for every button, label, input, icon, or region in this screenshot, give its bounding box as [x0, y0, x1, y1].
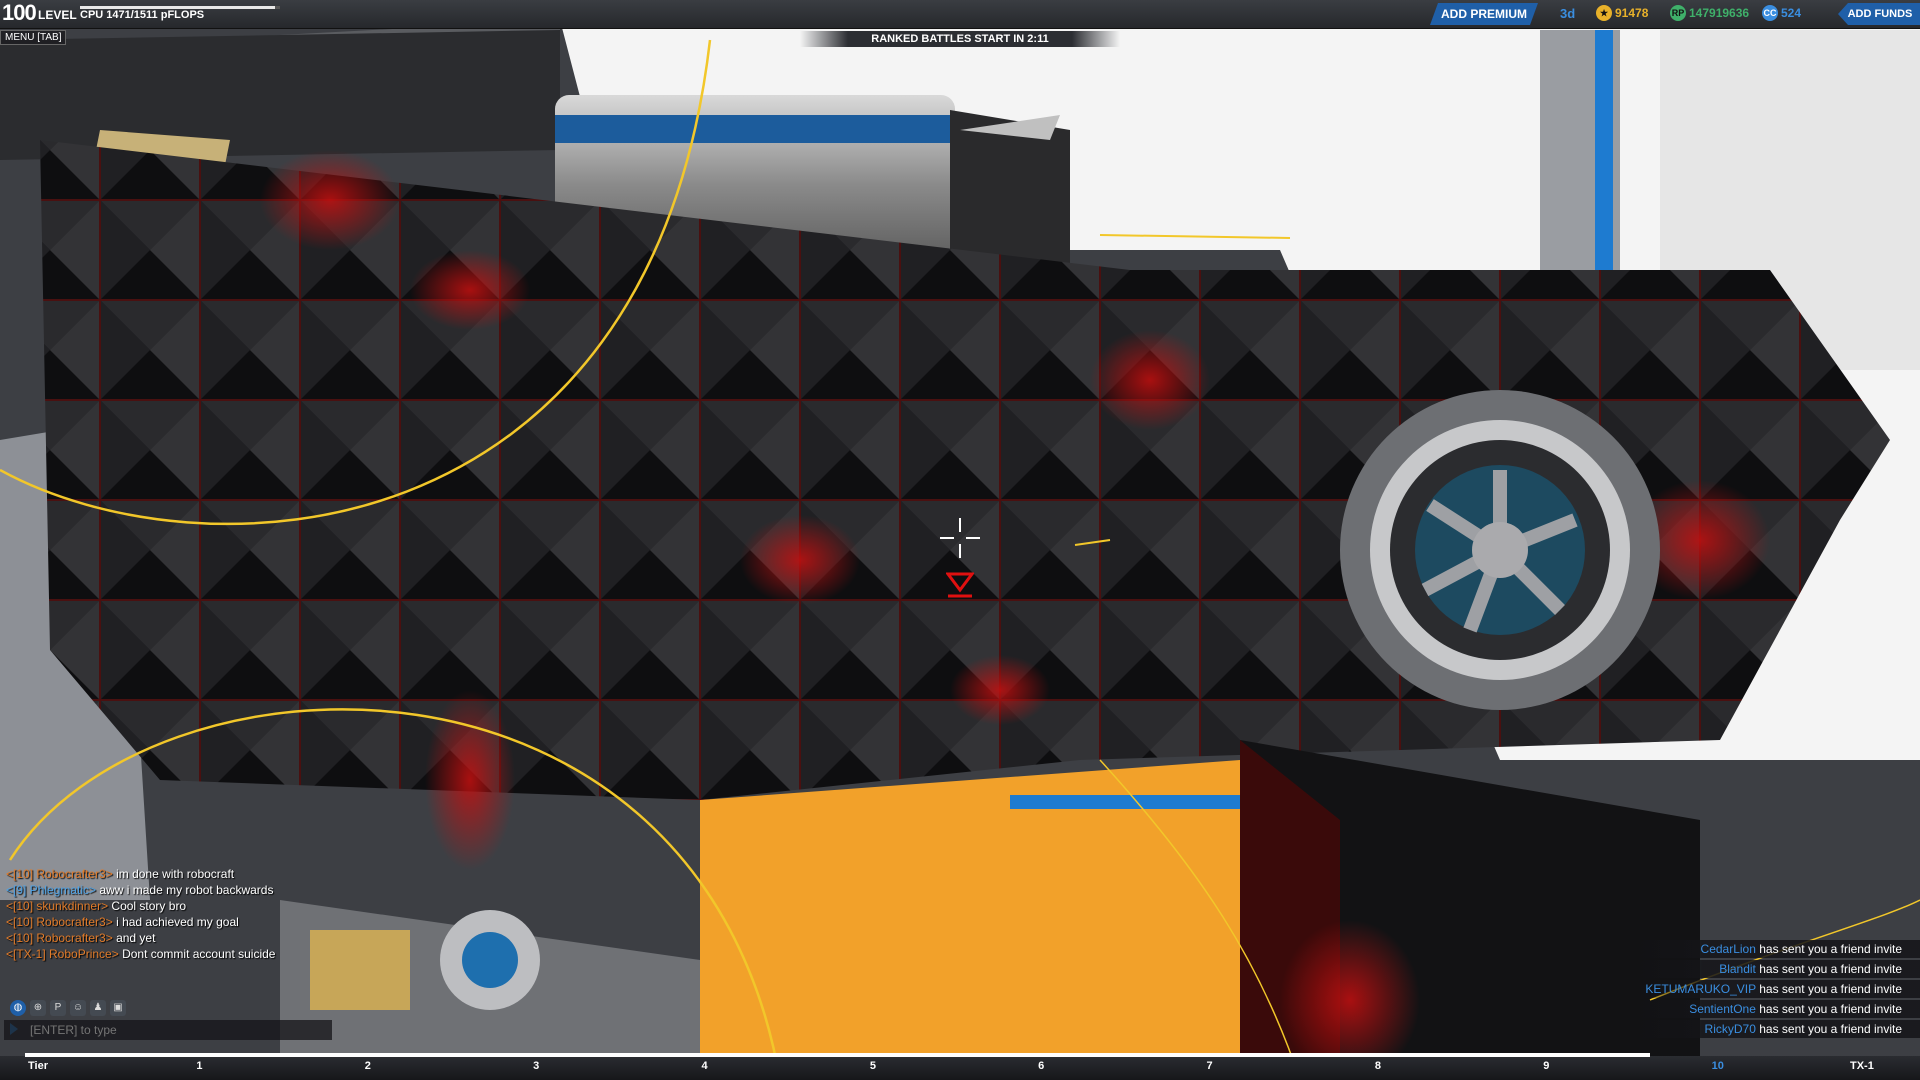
chat-message: <[10] Robocrafter3> and yet [6, 930, 296, 946]
chat-message: <[10] Robocrafter3> i had achieved my go… [6, 914, 296, 930]
tier-mark: Tier [28, 1060, 48, 1072]
premium-days: 3d [1560, 6, 1576, 21]
robits-value: 91478 [1615, 6, 1649, 20]
tier-mark: 5 [869, 1060, 876, 1072]
tier-mark: 4 [701, 1060, 708, 1072]
menu-button[interactable]: MENU [TAB] [0, 30, 67, 45]
add-premium-button[interactable]: ADD PREMIUM [1430, 3, 1538, 25]
chat-message: <[10] skunkdinner> Cool story bro [6, 898, 296, 914]
top-bar: 100 LEVEL CPU 1471/1511 pFLOPS ADD PREMI… [0, 0, 1920, 29]
chat-text: Cool story bro [108, 899, 187, 913]
friend-invite-notifications: CedarLion has sent you a friend invite Bl… [1630, 940, 1920, 1040]
friend-invite[interactable]: SentientOne has sent you a friend invite [1630, 1000, 1920, 1018]
chat-text: im done with robocraft [112, 867, 235, 881]
invite-sender: CedarLion [1700, 942, 1756, 956]
tier-progress-bar [25, 1053, 1651, 1057]
clan-icon[interactable]: ♟ [90, 1000, 106, 1016]
invite-text: has sent you a friend invite [1755, 1022, 1902, 1036]
rp-value: 147919636 [1689, 6, 1750, 20]
player-level: 100 [2, 0, 37, 25]
chat-log: <[10] Robocrafter3> im done with robocra… [6, 866, 296, 962]
invite-sender: RickyD70 [1704, 1022, 1756, 1036]
cosmetic-credits-value: 524 [1781, 6, 1802, 20]
chat-message: <[9] Phlegmatic> aww i made my robot bac… [6, 882, 296, 898]
robits-balance: ★ 91478 [1596, 5, 1648, 21]
tier-mark: 9 [1543, 1060, 1550, 1072]
chat-text: aww i made my robot backwards [96, 883, 274, 897]
chat-sender[interactable]: <[9] Phlegmatic> [6, 883, 96, 897]
friend-invite[interactable]: RickyD70 has sent you a friend invite [1630, 1020, 1920, 1038]
custom-icon[interactable]: ▣ [110, 1000, 126, 1016]
tier-mark: 7 [1206, 1060, 1213, 1072]
cpu-readout: CPU 1471/1511 pFLOPS [80, 9, 205, 21]
friend-invite[interactable]: Blandit has sent you a friend invite [1630, 960, 1920, 978]
globe-icon[interactable]: ◍ [10, 1000, 26, 1016]
target-marker-icon [946, 572, 974, 598]
invite-text: has sent you a friend invite [1755, 962, 1902, 976]
chat-sender[interactable]: <[10] Robocrafter3> [6, 931, 113, 945]
tier-mark: 8 [1374, 1060, 1382, 1072]
rp-balance: RP 147919636 [1670, 5, 1749, 21]
tier-mark: 10 [1711, 1060, 1724, 1072]
tier-mark: TX-1 [1850, 1060, 1874, 1072]
add-funds-button[interactable]: ADD FUNDS [1838, 3, 1920, 25]
chat-text: and yet [112, 931, 156, 945]
invite-text: has sent you a friend invite [1755, 942, 1902, 956]
robits-icon: ★ [1596, 5, 1612, 21]
tier-mark: 3 [533, 1060, 540, 1072]
level-label: LEVEL [38, 8, 77, 22]
party-icon[interactable]: ⊕ [30, 1000, 46, 1016]
ranked-battles-banner: RANKED BATTLES START IN 2:11 [800, 31, 1120, 47]
tier-bar [0, 1056, 1920, 1080]
chat-sender[interactable]: <[10] Robocrafter3> [6, 867, 113, 881]
tier-mark: 1 [196, 1060, 203, 1072]
crosshair-icon [940, 518, 980, 558]
chat-channel-icons: ◍ ⊕ P ☺ ♟ ▣ [10, 1000, 126, 1016]
invite-text: has sent you a friend invite [1755, 982, 1902, 996]
chat-message: <[TX-1] RoboPrince> Dont commit account … [6, 946, 296, 962]
friend-invite[interactable]: KETUMARUKO_VIP has sent you a friend inv… [1630, 980, 1920, 998]
chat-sender[interactable]: <[10] Robocrafter3> [6, 915, 113, 929]
chat-text: i had achieved my goal [112, 915, 239, 929]
tier-mark: 6 [1038, 1060, 1045, 1072]
invite-sender: Blandit [1719, 962, 1756, 976]
friends-icon[interactable]: ☺ [70, 1000, 86, 1016]
rp-icon: RP [1670, 5, 1686, 21]
tier-mark: 2 [364, 1060, 371, 1072]
invite-sender: KETUMARUKO_VIP [1645, 982, 1756, 996]
chat-sender[interactable]: <[TX-1] RoboPrince> [6, 947, 119, 961]
chat-input[interactable] [4, 1020, 332, 1040]
chat-message: <[10] Robocrafter3> im done with robocra… [6, 866, 296, 882]
friend-invite[interactable]: CedarLion has sent you a friend invite [1630, 940, 1920, 958]
cosmetic-credits-balance: CC 524 [1762, 5, 1801, 21]
invite-sender: SentientOne [1689, 1002, 1756, 1016]
invite-text: has sent you a friend invite [1755, 1002, 1902, 1016]
chat-text: Dont commit account suicide [118, 947, 276, 961]
cosmetic-credits-icon: CC [1762, 5, 1778, 21]
chat-sender[interactable]: <[10] skunkdinner> [6, 899, 108, 913]
p-icon[interactable]: P [50, 1000, 66, 1016]
